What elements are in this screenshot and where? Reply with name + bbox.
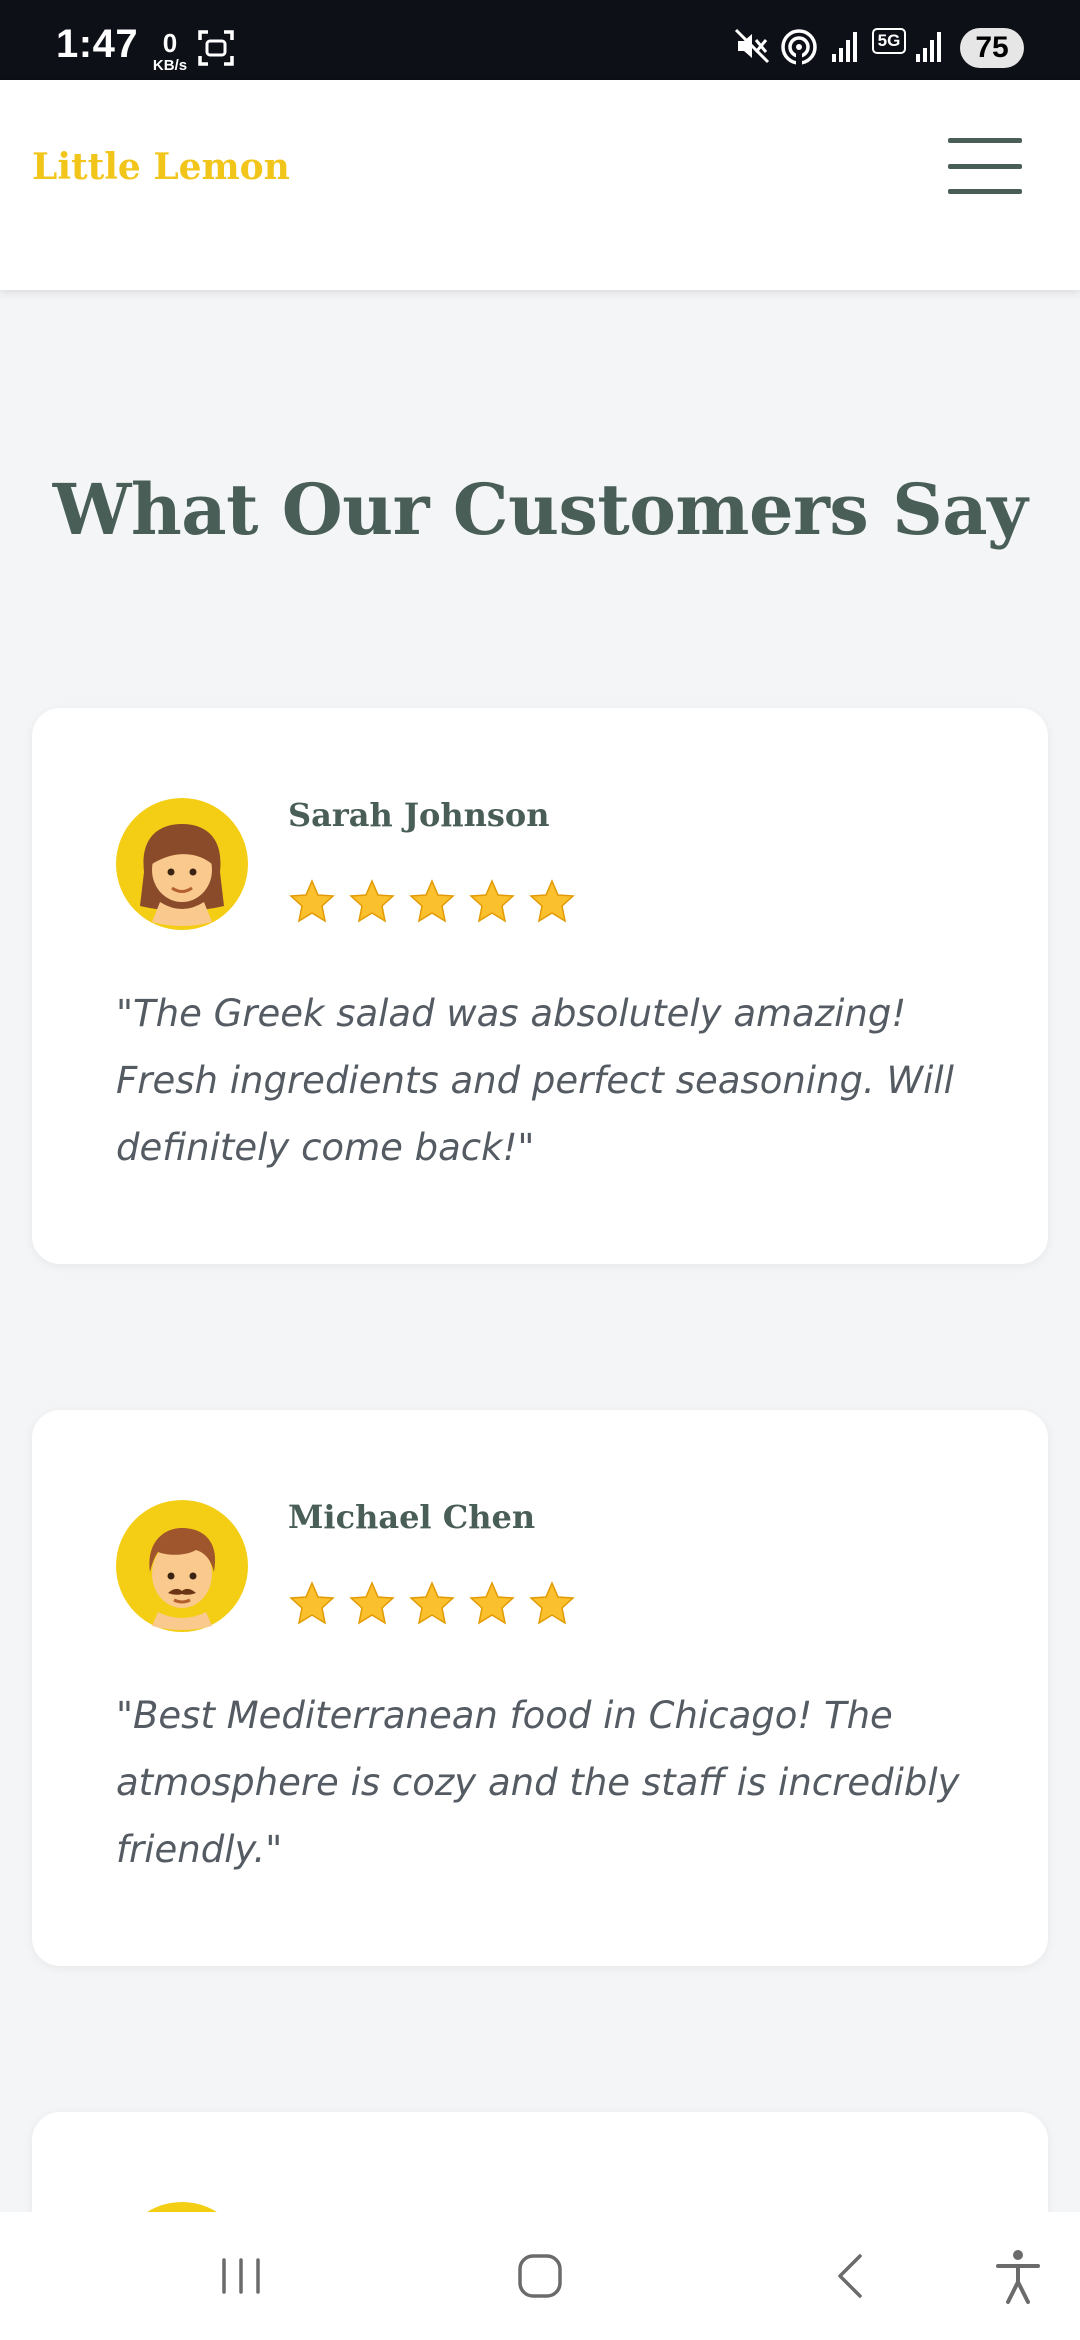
reviewer-name: Michael Chen bbox=[288, 1498, 536, 1536]
star-icon bbox=[289, 879, 335, 923]
star-icon bbox=[469, 1581, 515, 1625]
accessibility-icon[interactable] bbox=[986, 2244, 1050, 2308]
menu-bar-line bbox=[948, 138, 1022, 143]
battery-indicator: 75 bbox=[960, 28, 1024, 68]
testimonial-card: Michael Chen "Best Mediterranean food in… bbox=[32, 1410, 1048, 1966]
star-rating bbox=[288, 878, 576, 926]
avatar-woman-emoji bbox=[116, 798, 248, 930]
star-icon bbox=[289, 1581, 335, 1625]
status-time: 1:47 bbox=[56, 22, 139, 66]
network-speed: 0 KB/s bbox=[150, 30, 190, 73]
system-nav-bar bbox=[0, 2212, 1080, 2340]
menu-bar-line bbox=[948, 189, 1022, 194]
signal-icon-2 bbox=[916, 32, 941, 62]
mute-icon bbox=[734, 28, 770, 64]
recent-apps-icon[interactable] bbox=[214, 2244, 268, 2308]
brand-logo[interactable]: Little Lemon bbox=[32, 146, 290, 188]
star-icon bbox=[409, 1581, 455, 1625]
testimonial-card: Sarah Johnson "The Greek salad was absol… bbox=[32, 708, 1048, 1264]
home-icon[interactable] bbox=[508, 2244, 572, 2308]
screen-capture-icon bbox=[198, 30, 234, 66]
review-text: "The Greek salad was absolutely amazing!… bbox=[116, 992, 954, 1169]
hamburger-menu-icon[interactable] bbox=[948, 138, 1022, 194]
star-rating bbox=[288, 1580, 576, 1628]
hotspot-icon bbox=[781, 29, 817, 66]
testimonials-title: What Our Customers Say bbox=[52, 468, 1028, 551]
menu-bar-line bbox=[948, 163, 1022, 169]
star-icon bbox=[529, 1581, 575, 1625]
star-icon bbox=[349, 1581, 395, 1625]
avatar-man-with-mustache-emoji bbox=[116, 1500, 248, 1632]
site-header: Little Lemon bbox=[0, 80, 1080, 290]
star-icon bbox=[469, 879, 515, 923]
network-speed-unit: KB/s bbox=[152, 57, 188, 74]
star-icon bbox=[349, 879, 395, 923]
reviewer-name: Sarah Johnson bbox=[288, 796, 550, 834]
back-icon[interactable] bbox=[818, 2244, 882, 2308]
network-type-badge: 5G bbox=[872, 28, 906, 54]
screen: 1:47 0 KB/s 5G 75 Little Lemon What Our … bbox=[0, 0, 1080, 2340]
status-bar: 1:47 0 KB/s 5G 75 bbox=[0, 0, 1080, 80]
star-icon bbox=[409, 879, 455, 923]
review-text: "Best Mediterranean food in Chicago! The… bbox=[116, 1694, 960, 1871]
signal-icon bbox=[832, 32, 857, 62]
star-icon bbox=[529, 879, 575, 923]
network-speed-value: 0 bbox=[162, 28, 178, 58]
